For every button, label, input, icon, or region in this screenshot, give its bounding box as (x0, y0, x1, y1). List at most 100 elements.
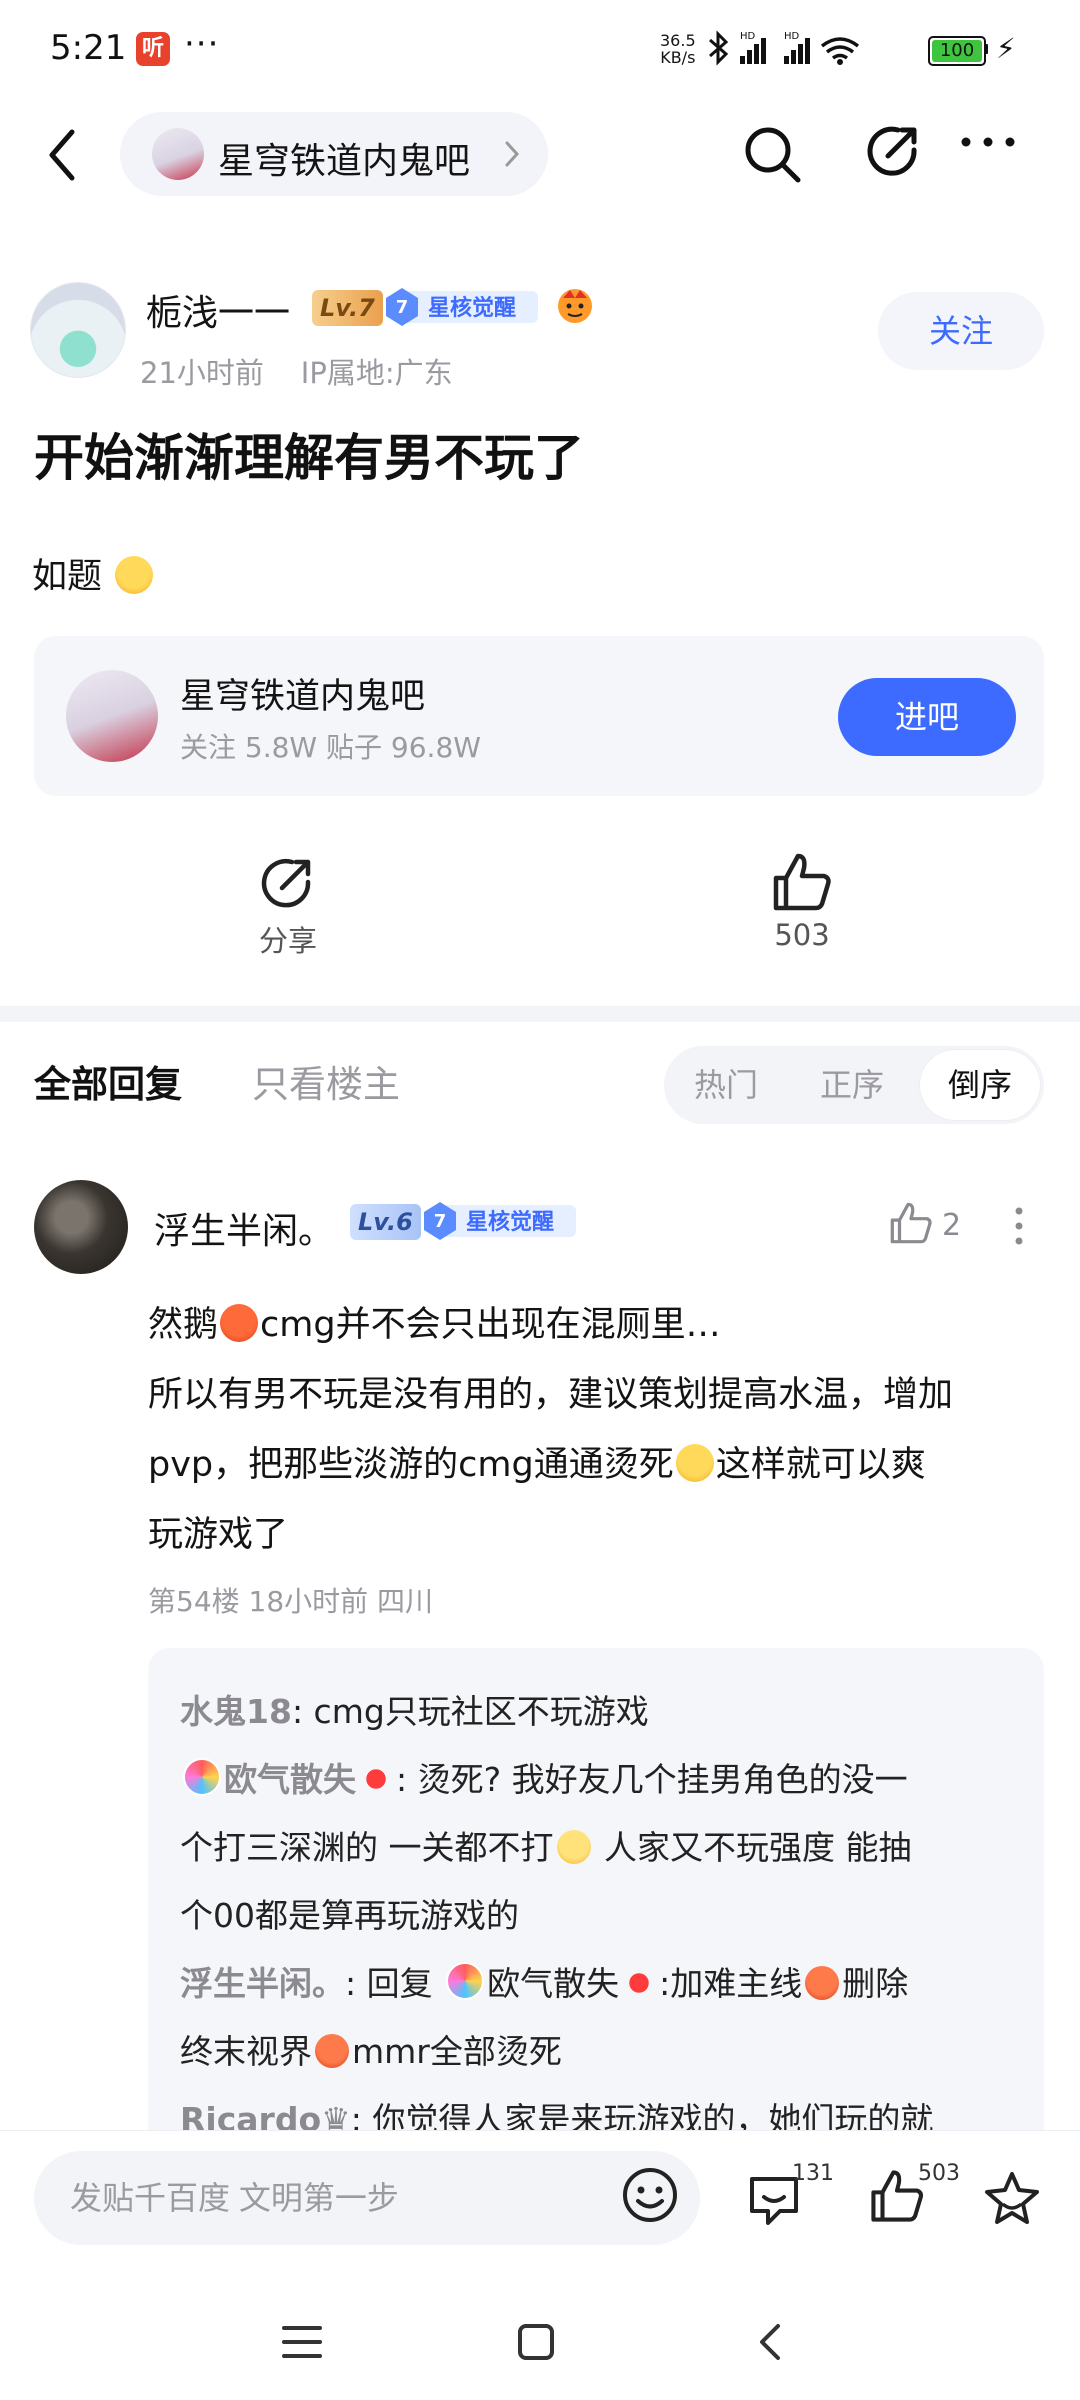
favorite-button[interactable] (982, 2169, 1042, 2229)
more-dots-icon (961, 137, 1015, 147)
reply-avatar[interactable] (34, 1180, 128, 1274)
sub-reply-user[interactable]: 浮生半闲。 (180, 1964, 345, 2003)
tab-all-replies[interactable]: 全部回复 (34, 1054, 182, 1108)
bluetooth-icon (709, 30, 729, 66)
back-button[interactable] (40, 120, 90, 190)
reply-line3-b: 这样就可以爽 (715, 1445, 926, 1485)
sub-reply-user[interactable]: 水鬼18 (180, 1692, 292, 1731)
forum-chip[interactable]: 星穹铁道内鬼吧 (120, 112, 548, 196)
battery-icon: 100 (928, 36, 986, 66)
reply-line1-b: cmg并不会只出现在混厕里… (260, 1305, 721, 1345)
post-body-text: 如题 (32, 557, 103, 597)
sub-reply-text: mmr全部烫死 (352, 2032, 562, 2071)
wifi-icon (820, 37, 860, 60)
nav-back-button[interactable] (752, 2320, 788, 2364)
grin-emoji-icon (556, 1830, 591, 1864)
author-avatar[interactable] (30, 282, 126, 378)
reply-count: 131 (792, 2161, 834, 2186)
author-emote-icon (554, 284, 596, 326)
network-speed-value: 36.5 (660, 31, 696, 50)
reply-line2: 所以有男不玩是没有用的，建议策划提高水温，增加 (148, 1375, 954, 1415)
sub-reply-text: : cmg只玩社区不玩游戏 (291, 1692, 649, 1731)
menu-icon (282, 2326, 322, 2358)
share-action[interactable]: 分享 (248, 854, 328, 960)
reply-line4: 玩游戏了 (148, 1515, 289, 1555)
sub-reply-text: : 回复 (345, 1964, 433, 2003)
sub-reply-cont: 个打三深渊的 一关都不打 人家又不玩强度 能抽 (180, 1814, 1030, 1882)
more-notifications-icon: ··· (184, 24, 220, 64)
emoji-button[interactable] (620, 2165, 680, 2225)
search-button[interactable] (740, 122, 804, 186)
share-icon (261, 858, 311, 908)
title-badge-level: 7 (396, 297, 409, 318)
battery-tip (984, 44, 988, 54)
forum-card-name: 星穹铁道内鬼吧 (180, 677, 426, 717)
back-chevron-icon (760, 2324, 780, 2360)
reply-line3-a: pvp，把那些淡游的cmg通通烫死 (148, 1445, 674, 1485)
sub-reply[interactable]: 欧气散失: 烫死? 我好友几个挂男角色的没一 (180, 1746, 1030, 1814)
forum-card-stats: 关注 5.8W 贴子 96.8W (180, 731, 481, 764)
svg-text:HD: HD (784, 31, 800, 42)
title-badge-text: 星核觉醒 (428, 295, 516, 321)
like-count: 503 (918, 2161, 960, 2186)
more-button[interactable] (958, 134, 1018, 150)
post-title: 开始渐渐理解有男不玩了 (34, 429, 584, 487)
status-icons: HD HD (706, 30, 922, 70)
nav-menu-button[interactable] (280, 2322, 324, 2362)
comment-input[interactable] (34, 2151, 700, 2245)
reply-like-count: 2 (942, 1208, 962, 1243)
title-badge: 7 星核觉醒 (384, 286, 540, 328)
forum-card-avatar (66, 670, 158, 762)
like-action[interactable]: 503 (752, 850, 852, 952)
share-label: 分享 (258, 924, 317, 958)
bottom-comment-bar: 131 503 (0, 2130, 1080, 2287)
thumbs-up-icon (773, 853, 831, 911)
smiley-icon (623, 2168, 677, 2222)
anger-icon (622, 1966, 657, 2000)
enter-forum-button[interactable]: 进吧 (838, 678, 1016, 756)
forum-name: 星穹铁道内鬼吧 (218, 141, 471, 182)
reply-like-button[interactable] (888, 1200, 934, 1246)
reply-more-button[interactable] (1014, 1206, 1024, 1246)
reply-line1-a: 然鹅 (148, 1305, 219, 1345)
rage-emoji-icon (315, 2034, 349, 2068)
sub-reply[interactable]: 水鬼18: cmg只玩社区不玩游戏 (180, 1678, 1030, 1746)
svg-text:HD: HD (740, 31, 756, 42)
section-divider (0, 1006, 1080, 1022)
sub-reply-text: 人家又不玩强度 能抽 (593, 1828, 912, 1867)
sort-hot[interactable]: 热门 (664, 1046, 788, 1124)
lollipop-icon (183, 1758, 221, 1796)
sub-reply[interactable]: 浮生半闲。: 回复 欧气散失:加难主线 删除 (180, 1950, 1030, 2018)
post-ip: IP属地:广东 (300, 356, 453, 390)
forum-card[interactable]: 星穹铁道内鬼吧 关注 5.8W 贴子 96.8W 进吧 (34, 636, 1044, 796)
chevron-right-icon (502, 138, 522, 170)
reply-author-name[interactable]: 浮生半闲。 (154, 1202, 334, 1254)
post-meta: 21小时前 IP属地:广东 (140, 350, 453, 392)
follow-button[interactable]: 关注 (878, 292, 1044, 370)
sub-reply-cont: 个00都是算再玩游戏的 (180, 1882, 1030, 1950)
yum-emoji-icon (675, 1444, 714, 1482)
sort-desc[interactable]: 倒序 (920, 1050, 1040, 1120)
sub-reply-mention[interactable]: 欧气散失 (487, 1964, 619, 2003)
sort-asc[interactable]: 正序 (788, 1046, 916, 1124)
post-time: 21小时前 (140, 356, 264, 390)
thumbs-up-icon (890, 1202, 932, 1244)
sub-reply-user[interactable]: 欧气散失 (224, 1760, 356, 1799)
tab-op-only[interactable]: 只看楼主 (252, 1054, 400, 1108)
post-like-count: 503 (774, 918, 830, 952)
reply-title-badge-level: 7 (434, 1211, 447, 1232)
reply-title-badge: 7 星核觉醒 (422, 1200, 578, 1242)
sub-reply-text: 终末视界 (180, 2032, 312, 2071)
forum-avatar (152, 128, 204, 180)
network-speed: 36.5 KB/s (660, 32, 696, 66)
network-speed-unit: KB/s (660, 48, 696, 67)
system-nav-bar (0, 2286, 1080, 2400)
anger-icon (359, 1762, 393, 1796)
home-square-icon (518, 2324, 554, 2360)
author-name[interactable]: 栀浅一一 (146, 284, 290, 336)
share-icon (867, 126, 917, 176)
sub-reply-text: 个打三深渊的 一关都不打 (180, 1828, 554, 1867)
sub-replies-panel[interactable]: 水鬼18: cmg只玩社区不玩游戏 欧气散失: 烫死? 我好友几个挂男角色的没一… (148, 1648, 1044, 2208)
nav-home-button[interactable] (516, 2322, 556, 2362)
share-button-top[interactable] (864, 122, 924, 182)
